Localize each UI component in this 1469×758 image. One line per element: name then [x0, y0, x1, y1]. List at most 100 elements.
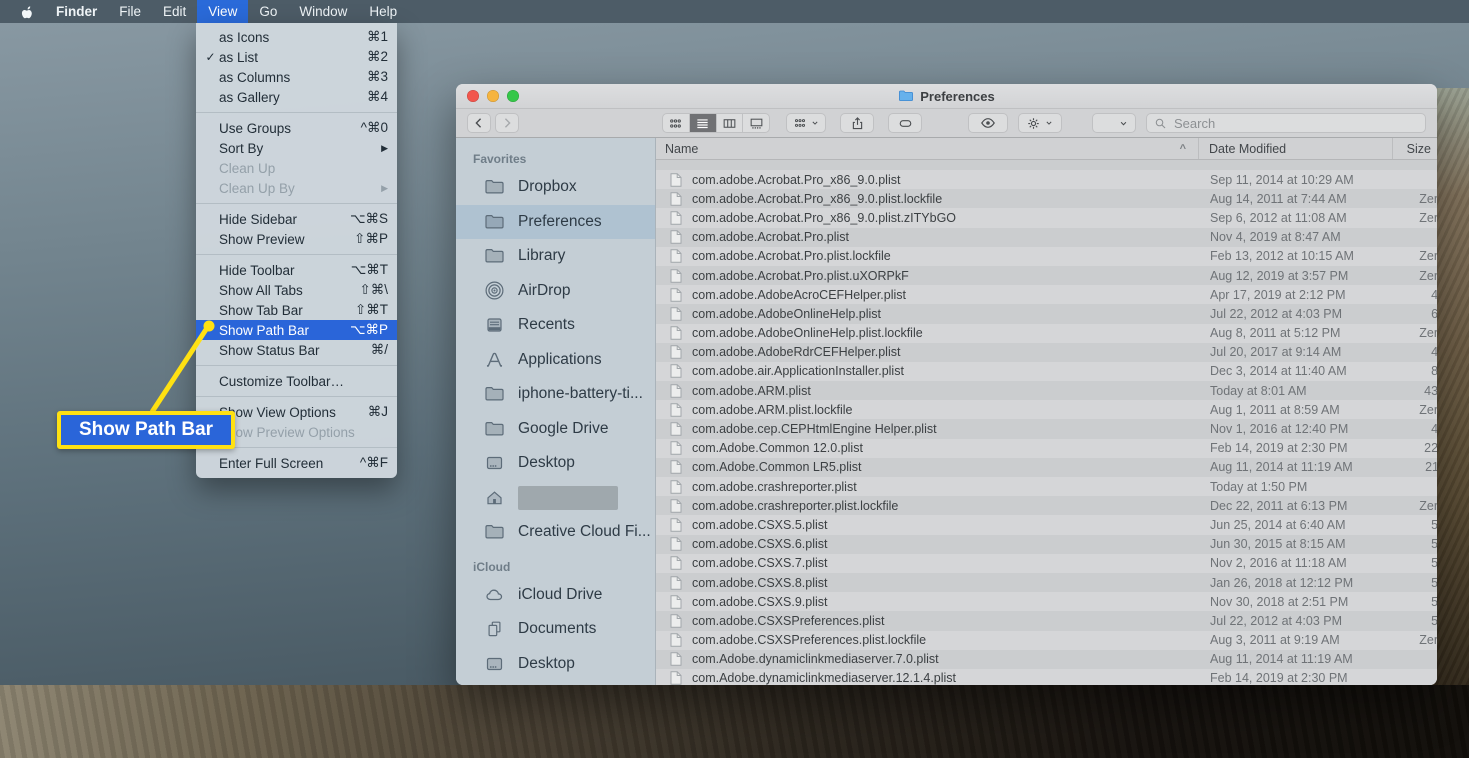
toolbar-dropdown[interactable]: [1092, 113, 1136, 133]
sidebar-item-desktop[interactable]: Desktop: [456, 647, 655, 682]
table-row[interactable]: com.adobe.CSXSPreferences.plist.lockfile…: [656, 631, 1437, 650]
menu-item-use-groups[interactable]: Use Groups^⌘0: [196, 118, 397, 138]
menubar-item-file[interactable]: File: [108, 0, 152, 23]
sidebar-item-preferences[interactable]: Preferences: [456, 205, 655, 240]
docfile-icon: [670, 614, 682, 628]
menu-item-enter-full-screen[interactable]: Enter Full Screen^⌘F: [196, 453, 397, 473]
column-header-name[interactable]: Name ^: [656, 142, 1198, 156]
file-date-modified: Nov 1, 2016 at 12:40 PM: [1200, 422, 1393, 436]
table-row[interactable]: com.Adobe.dynamiclinkmediaserver.7.0.pli…: [656, 650, 1437, 669]
menu-item-customize-toolbar[interactable]: Customize Toolbar…: [196, 371, 397, 391]
sidebar-item-creative-cloud-fi[interactable]: Creative Cloud Fi...: [456, 515, 655, 550]
menu-item-hide-sidebar[interactable]: Hide Sidebar⌥⌘S: [196, 209, 397, 229]
airdrop-icon: [484, 281, 505, 301]
search-field[interactable]: [1146, 113, 1426, 133]
file-name: com.adobe.AdobeOnlineHelp.plist.lockfile: [692, 326, 1200, 340]
column-header-date-modified[interactable]: Date Modified: [1199, 142, 1392, 156]
back-button[interactable]: [467, 113, 491, 133]
menubar-item-finder[interactable]: Finder: [45, 0, 108, 23]
menu-item-as-columns[interactable]: as Columns⌘3: [196, 67, 397, 87]
docfile-icon: [670, 173, 682, 187]
table-row[interactable]: com.Adobe.dynamiclinkmediaserver.12.1.4.…: [656, 669, 1437, 685]
menubar-item-edit[interactable]: Edit: [152, 0, 197, 23]
menubar-item-view[interactable]: View: [197, 0, 248, 23]
table-row[interactable]: com.adobe.CSXS.6.plistJun 30, 2015 at 8:…: [656, 535, 1437, 554]
menu-item-as-gallery[interactable]: as Gallery⌘4: [196, 87, 397, 107]
menubar-item-help[interactable]: Help: [358, 0, 408, 23]
table-row[interactable]: com.adobe.Acrobat.Pro.plist.uXORPkFAug 1…: [656, 266, 1437, 285]
menubar-item-window[interactable]: Window: [288, 0, 358, 23]
view-as-columns-button[interactable]: [717, 114, 744, 132]
sidebar-item-iphone-battery-ti[interactable]: iphone-battery-ti...: [456, 377, 655, 412]
menu-item-as-icons[interactable]: as Icons⌘1: [196, 27, 397, 47]
share-button[interactable]: [840, 113, 874, 133]
action-menu-button[interactable]: [1018, 113, 1062, 133]
table-row[interactable]: com.adobe.Acrobat.Pro.plistNov 4, 2019 a…: [656, 228, 1437, 247]
table-row[interactable]: com.Adobe.Common 12.0.plistFeb 14, 2019 …: [656, 439, 1437, 458]
sidebar: FavoritesDropboxPreferencesLibraryAirDro…: [456, 138, 656, 685]
window-titlebar[interactable]: Preferences: [456, 84, 1437, 109]
table-row[interactable]: com.adobe.AdobeAcroCEFHelper.plistApr 17…: [656, 285, 1437, 304]
sidebar-item-recents[interactable]: Recents: [456, 308, 655, 343]
file-size: 69: [1393, 307, 1437, 321]
sidebar-item-library[interactable]: Library: [456, 239, 655, 274]
menu-item-hide-toolbar[interactable]: Hide Toolbar⌥⌘T: [196, 260, 397, 280]
tag-button[interactable]: [888, 113, 922, 133]
table-row[interactable]: com.adobe.air.ApplicationInstaller.plist…: [656, 362, 1437, 381]
table-row[interactable]: com.adobe.AdobeOnlineHelp.plist.lockfile…: [656, 324, 1437, 343]
zoom-button[interactable]: [507, 90, 519, 102]
menu-item-as-list[interactable]: ✓as List⌘2: [196, 47, 397, 67]
table-row[interactable]: com.adobe.CSXS.9.plistNov 30, 2018 at 2:…: [656, 592, 1437, 611]
menu-item-show-status-bar[interactable]: Show Status Bar⌘/: [196, 340, 397, 360]
table-row[interactable]: com.adobe.AdobeRdrCEFHelper.plistJul 20,…: [656, 343, 1437, 362]
table-row[interactable]: com.adobe.ARM.plistToday at 8:01 AM433: [656, 381, 1437, 400]
sidebar-item-documents[interactable]: Documents: [456, 612, 655, 647]
sidebar-item-home-redacted[interactable]: [456, 481, 655, 516]
chevron-down-icon: [1044, 118, 1054, 128]
sidebar-item-desktop[interactable]: Desktop: [456, 446, 655, 481]
table-row[interactable]: com.Adobe.Common LR5.plistAug 11, 2014 a…: [656, 458, 1437, 477]
column-header-size[interactable]: Size: [1393, 142, 1437, 156]
sidebar-item-applications[interactable]: Applications: [456, 343, 655, 378]
table-row[interactable]: com.adobe.Acrobat.Pro_x86_9.0.plistSep 1…: [656, 170, 1437, 189]
quick-look-button[interactable]: [968, 113, 1008, 133]
search-input[interactable]: [1172, 115, 1406, 132]
menu-item-show-preview[interactable]: Show Preview⇧⌘P: [196, 229, 397, 249]
table-row[interactable]: com.adobe.CSXS.5.plistJun 25, 2014 at 6:…: [656, 515, 1437, 534]
table-row[interactable]: com.adobe.crashreporter.plistToday at 1:…: [656, 477, 1437, 496]
menu-item-show-tab-bar[interactable]: Show Tab Bar⇧⌘T: [196, 300, 397, 320]
file-size: 57: [1393, 556, 1437, 570]
table-row[interactable]: com.adobe.Acrobat.Pro_x86_9.0.plist.zITY…: [656, 208, 1437, 227]
table-row[interactable]: com.adobe.CSXS.8.plistJan 26, 2018 at 12…: [656, 573, 1437, 592]
view-as-list-button[interactable]: [690, 114, 717, 132]
apple-menu[interactable]: [8, 3, 45, 20]
sidebar-item-dropbox[interactable]: Dropbox: [456, 170, 655, 205]
table-row[interactable]: com.adobe.cep.CEPHtmlEngine Helper.plist…: [656, 419, 1437, 438]
file-size: 57: [1393, 595, 1437, 609]
minimize-button[interactable]: [487, 90, 499, 102]
group-by-button[interactable]: [786, 113, 826, 133]
view-as-gallery-button[interactable]: [743, 114, 769, 132]
docfile-icon: [670, 192, 682, 206]
table-row[interactable]: com.adobe.Acrobat.Pro.plist.lockfileFeb …: [656, 247, 1437, 266]
menubar-item-go[interactable]: Go: [248, 0, 288, 23]
close-button[interactable]: [467, 90, 479, 102]
table-row[interactable]: com.adobe.ARM.plist.lockfileAug 1, 2011 …: [656, 400, 1437, 419]
table-row[interactable]: com.adobe.CSXSPreferences.plistJul 22, 2…: [656, 611, 1437, 630]
file-name: com.adobe.crashreporter.plist.lockfile: [692, 499, 1200, 513]
menu-item-show-all-tabs[interactable]: Show All Tabs⇧⌘\: [196, 280, 397, 300]
table-row[interactable]: com.adobe.AdobeOnlineHelp.plistJul 22, 2…: [656, 304, 1437, 323]
sidebar-item-airdrop[interactable]: AirDrop: [456, 274, 655, 309]
sidebar-item-google-drive[interactable]: Google Drive: [456, 412, 655, 447]
file-size: Zero: [1393, 211, 1437, 225]
sidebar-item-icloud-drive[interactable]: iCloud Drive: [456, 578, 655, 613]
table-row[interactable]: com.adobe.crashreporter.plist.lockfileDe…: [656, 496, 1437, 515]
table-row[interactable]: com.adobe.CSXS.7.plistNov 2, 2016 at 11:…: [656, 554, 1437, 573]
forward-button[interactable]: [495, 113, 519, 133]
file-rows: com.adobe.Acrobat.Pro_x86_9.0.plistSep 1…: [656, 170, 1437, 685]
menu-item-sort-by[interactable]: Sort By▶: [196, 138, 397, 158]
grid-icon: [668, 116, 683, 131]
menu-item-show-path-bar[interactable]: Show Path Bar⌥⌘P: [196, 320, 397, 340]
view-as-icons-button[interactable]: [663, 114, 690, 132]
table-row[interactable]: com.adobe.Acrobat.Pro_x86_9.0.plist.lock…: [656, 189, 1437, 208]
